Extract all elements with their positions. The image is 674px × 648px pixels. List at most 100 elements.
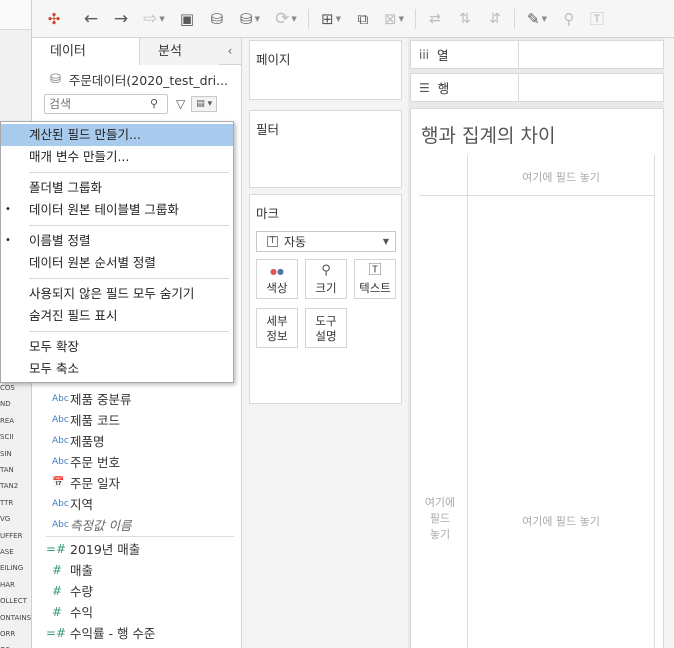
toolbar-separator	[415, 8, 416, 29]
dimension-field[interactable]: Abc 주문 번호	[32, 451, 242, 472]
menu-separator	[29, 225, 229, 226]
field-label: 주문 일자	[70, 476, 120, 491]
menu-item[interactable]: 폴더별 그룹화	[1, 177, 233, 199]
background-function-item: VG	[0, 515, 11, 524]
filter-icon[interactable]: ▽	[176, 97, 185, 111]
tab-analysis[interactable]: 분석	[140, 38, 219, 65]
checked-dot-icon: •	[5, 204, 11, 215]
datasource-item[interactable]: ⛁ 주문데이터(2020_test_dri...	[32, 65, 241, 93]
menu-item[interactable]: 계산된 필드 만들기...	[1, 124, 233, 146]
annotate-icon[interactable]: ⚲	[555, 0, 583, 38]
string-type-icon: Abc	[52, 435, 69, 446]
pages-card-title: 페이지	[256, 52, 291, 67]
background-function-item: TAN	[0, 466, 14, 474]
filters-card[interactable]: 필터	[249, 110, 402, 188]
sort-desc-icon[interactable]: ⇵	[480, 0, 510, 38]
size-button[interactable]: ⚲ 크기	[305, 259, 347, 299]
search-row: ⚲ ▽ ▤ ▾	[32, 93, 241, 115]
marks-type-dropdown[interactable]: T 자동 ▼	[256, 231, 396, 252]
background-function-item: COS	[0, 384, 15, 392]
string-type-icon: Abc	[52, 519, 69, 530]
menu-item[interactable]: • 데이터 원본 테이블별 그룹화	[1, 199, 233, 221]
field-label: 제품명	[70, 434, 105, 449]
datasource-name: 주문데이터(2020_test_dri...	[68, 72, 229, 88]
data-pane-tabs: 데이터 분석 ‹	[32, 38, 241, 65]
right-gutter	[664, 38, 674, 648]
tooltip-button[interactable]: 도구 설명	[305, 308, 347, 348]
menu-item-label: 데이터 원본 순서별 정렬	[29, 255, 156, 270]
menu-item-label: 이름별 정렬	[29, 233, 91, 248]
tab-data[interactable]: 데이터	[32, 38, 140, 65]
save-icon[interactable]: ▣	[172, 0, 202, 38]
measure-field[interactable]: =# 2019년 매출	[32, 538, 242, 559]
measure-field[interactable]: =#수익률 - 집계 수준	[32, 643, 242, 648]
redo-icon[interactable]: →	[106, 0, 136, 38]
menu-item[interactable]: • 이름별 정렬	[1, 230, 233, 252]
view-options-button[interactable]: ▤ ▾	[191, 96, 218, 112]
text-icon[interactable]: 🅃	[583, 0, 611, 38]
field-label: 수익	[70, 605, 94, 620]
text-button[interactable]: 🅃 텍스트	[354, 259, 396, 299]
field-group-separator	[46, 536, 234, 537]
calculated-number-icon: =#	[46, 625, 67, 640]
dimension-field[interactable]: Abc 지역	[32, 493, 242, 514]
clear-icon[interactable]: ⊠ ▼	[377, 0, 411, 38]
pause-icon[interactable]: ⛁ ▼	[232, 0, 268, 38]
dimension-field[interactable]: Abc 제품 중분류	[32, 388, 242, 409]
background-function-item: TAN2	[0, 482, 19, 491]
menu-item[interactable]: 모두 축소	[1, 358, 233, 380]
new-datasource-icon[interactable]: ⛁	[202, 0, 232, 38]
field-label: 제품 중분류	[70, 392, 132, 407]
database-icon: ⛁	[50, 71, 61, 87]
menu-item[interactable]: 숨겨진 필드 표시	[1, 305, 233, 327]
measure-field[interactable]: =# 수익률 - 행 수준	[32, 622, 242, 643]
menu-item-label: 모두 축소	[29, 361, 79, 376]
columns-shelf[interactable]: iii 열	[410, 40, 664, 69]
detail-button[interactable]: 세부 정보	[256, 308, 298, 348]
new-worksheet-icon[interactable]: ⊞ ▼	[313, 0, 349, 38]
background-function-item: REA	[0, 416, 15, 425]
menu-item[interactable]: 매개 변수 만들기...	[1, 146, 233, 168]
background-function-item: SIN	[0, 449, 12, 458]
measure-field[interactable]: # 수량	[32, 580, 242, 601]
color-button[interactable]: ●● 색상	[256, 259, 298, 299]
tableau-logo-icon[interactable]: ✣	[32, 0, 76, 38]
duplicate-icon[interactable]: ⧉	[349, 0, 377, 38]
background-function-item: ASE	[0, 548, 14, 556]
field-label: 제품 코드	[70, 413, 120, 428]
replay-icon[interactable]: ⇨ ▼	[136, 0, 172, 38]
background-function-item: ND	[0, 400, 11, 409]
menu-item[interactable]: 모두 확장	[1, 336, 233, 358]
dimension-field[interactable]: Abc 측정값 이름	[32, 514, 242, 535]
dimension-field[interactable]: Abc 제품 코드	[32, 409, 242, 430]
menu-item-label: 폴더별 그룹화	[29, 180, 102, 195]
dimension-field[interactable]: 📅 주문 일자	[32, 472, 242, 493]
worksheet-canvas: 행과 집계의 차이 여기에 필드 놓기 여기에 필드 놓기 여기에 필드 놓기	[410, 108, 664, 648]
swap-icon[interactable]: ⇄	[420, 0, 450, 38]
marks-card-title: 마크	[256, 206, 280, 221]
undo-icon[interactable]: ←	[76, 0, 106, 38]
measure-field[interactable]: # 매출	[32, 559, 242, 580]
sort-asc-icon[interactable]: ⇅	[450, 0, 480, 38]
menu-item[interactable]: 데이터 원본 순서별 정렬	[1, 252, 233, 274]
rows-shelf[interactable]: ☰ 행	[410, 73, 664, 102]
collapse-pane-icon[interactable]: ‹	[219, 38, 241, 64]
field-label: 매출	[70, 563, 94, 578]
columns-label: 열	[437, 48, 449, 63]
background-function-item: ONTAINS	[0, 613, 32, 622]
sheet-title[interactable]: 행과 집계의 차이	[421, 121, 555, 148]
dimension-field[interactable]: Abc 제품명	[32, 430, 242, 451]
menu-item[interactable]: 사용되지 않은 필드 모두 숨기기	[1, 283, 233, 305]
refresh-icon[interactable]: ⟳ ▼	[268, 0, 304, 38]
field-label: 수량	[70, 584, 94, 599]
drop-zone-rows[interactable]: 여기에 필드 놓기	[415, 495, 465, 543]
toolbar-separator	[514, 8, 515, 29]
drop-zone-center[interactable]: 여기에 필드 놓기	[468, 513, 654, 529]
string-type-icon: Abc	[52, 414, 69, 425]
highlight-icon[interactable]: ✎ ▼	[519, 0, 555, 38]
calculated-number-icon: =#	[46, 541, 67, 556]
pages-card[interactable]: 페이지	[249, 40, 402, 100]
number-type-icon: #	[52, 583, 63, 598]
drop-zone-columns[interactable]: 여기에 필드 놓기	[468, 169, 654, 185]
measure-field[interactable]: # 수익	[32, 601, 242, 622]
